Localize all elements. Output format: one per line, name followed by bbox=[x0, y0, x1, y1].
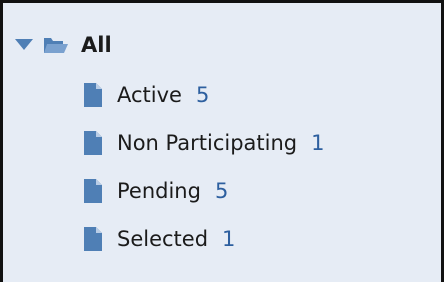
tree-node-selected[interactable]: Selected 1 bbox=[83, 219, 235, 259]
document-icon bbox=[83, 227, 103, 251]
tree-node-active[interactable]: Active 5 bbox=[83, 75, 209, 115]
tree-node-label: Selected bbox=[117, 227, 209, 251]
tree-node-count: 1 bbox=[222, 227, 236, 251]
filter-tree-panel: All Active 5 Non Participating 1 Pending… bbox=[0, 0, 444, 282]
tree-node-label: Active bbox=[117, 83, 182, 107]
caret-down-icon[interactable] bbox=[15, 39, 33, 51]
document-icon bbox=[83, 131, 103, 155]
tree-node-non-participating[interactable]: Non Participating 1 bbox=[83, 123, 325, 163]
tree-node-label: Pending bbox=[117, 179, 201, 203]
tree-node-label: All bbox=[81, 33, 112, 57]
tree-node-count: 5 bbox=[195, 83, 210, 107]
tree-node-count: 5 bbox=[214, 179, 229, 203]
tree-node-pending[interactable]: Pending 5 bbox=[83, 171, 228, 211]
tree-node-count: 1 bbox=[311, 131, 325, 155]
document-icon bbox=[83, 179, 103, 203]
open-folder-icon bbox=[43, 35, 69, 55]
document-icon bbox=[83, 83, 103, 107]
tree-node-label: Non Participating bbox=[117, 131, 298, 155]
tree-node-all[interactable]: All bbox=[15, 25, 112, 65]
